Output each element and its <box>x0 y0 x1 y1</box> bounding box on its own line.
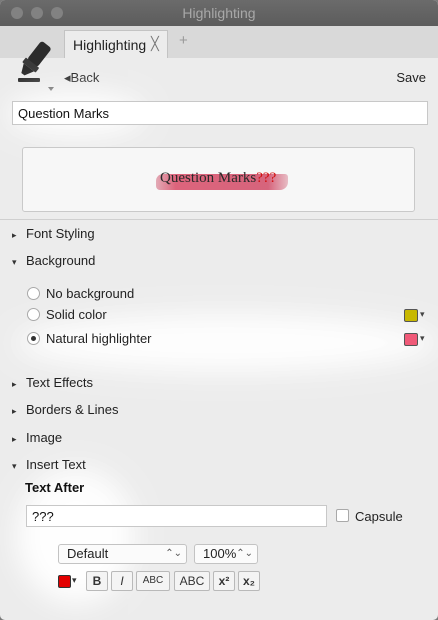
subscript-button[interactable]: x₂ <box>238 571 260 591</box>
section-label: Insert Text <box>26 457 86 472</box>
capsule-label: Capsule <box>355 509 403 524</box>
divider <box>0 219 438 220</box>
font-select-value: Default <box>67 546 109 561</box>
stepper-icon: ⌃⌄ <box>236 548 253 559</box>
tab-close-icon[interactable]: ╳ <box>151 36 159 52</box>
section-image[interactable]: ▸ Image <box>12 430 62 445</box>
disclosure-collapsed-icon: ▸ <box>12 230 17 240</box>
zoom-window-button[interactable] <box>51 7 63 19</box>
italic-button[interactable]: I <box>111 571 133 591</box>
radio-label: Solid color <box>46 307 107 322</box>
all-caps-button[interactable]: ABC <box>174 571 210 591</box>
window-title: Highlighting <box>182 5 256 21</box>
disclosure-collapsed-icon: ▸ <box>12 434 17 444</box>
chevron-down-icon[interactable]: ▾ <box>72 575 77 586</box>
disclosure-expanded-icon: ▾ <box>12 461 17 471</box>
radio-label: No background <box>46 286 135 301</box>
style-preview: Question Marks??? <box>22 147 415 212</box>
close-window-button[interactable] <box>11 7 23 19</box>
chevron-down-icon[interactable]: ▾ <box>420 333 425 344</box>
section-label: Image <box>26 430 63 445</box>
disclosure-expanded-icon: ▾ <box>12 257 17 267</box>
radio-no-background[interactable] <box>27 287 40 300</box>
tab-label: Highlighting <box>73 37 147 53</box>
section-label: Font Styling <box>26 226 95 241</box>
superscript-button[interactable]: x² <box>213 571 235 591</box>
section-label: Background <box>26 253 96 268</box>
radio-solid-color[interactable] <box>27 308 40 321</box>
section-font-styling[interactable]: ▸ Font Styling <box>12 226 95 241</box>
font-select[interactable]: Default ⌃⌄ <box>58 544 187 564</box>
section-label: Borders & Lines <box>26 402 119 417</box>
capsule-checkbox[interactable] <box>336 509 349 522</box>
add-tab-icon[interactable]: + <box>179 32 188 49</box>
text-color-swatch[interactable] <box>58 575 71 588</box>
section-text-effects[interactable]: ▸ Text Effects <box>12 375 93 390</box>
section-insert-text[interactable]: ▾ Insert Text <box>12 457 86 472</box>
size-select[interactable]: 100% ⌃⌄ <box>194 544 258 564</box>
preview-suffix: ??? <box>256 170 277 186</box>
highlighting-window: Highlighting Highlighting ╳ + ◂Back Save… <box>0 0 438 620</box>
minimize-window-button[interactable] <box>31 7 43 19</box>
highlighter-pen-icon[interactable] <box>14 40 54 92</box>
disclosure-collapsed-icon: ▸ <box>12 379 17 389</box>
section-borders-lines[interactable]: ▸ Borders & Lines <box>12 402 119 417</box>
back-button[interactable]: ◂Back <box>64 70 99 86</box>
size-select-value: 100% <box>203 546 237 561</box>
radio-label: Natural highlighter <box>46 331 152 346</box>
radio-natural-highlighter[interactable] <box>27 332 40 345</box>
section-label: Text Effects <box>26 375 93 390</box>
tab-highlighting[interactable]: Highlighting ╳ <box>64 30 168 58</box>
style-name-field[interactable] <box>12 101 428 125</box>
natural-highlighter-swatch[interactable] <box>404 333 418 346</box>
disclosure-collapsed-icon: ▸ <box>12 406 17 416</box>
title-bar: Highlighting <box>0 0 438 26</box>
bold-button[interactable]: B <box>86 571 108 591</box>
preview-text: Question Marks??? <box>160 170 276 187</box>
solid-color-swatch[interactable] <box>404 309 418 322</box>
preview-label: Question Marks <box>160 170 257 186</box>
save-button[interactable]: Save <box>396 70 426 85</box>
small-caps-button[interactable]: ABC <box>136 571 170 591</box>
tab-strip: Highlighting ╳ + <box>0 26 438 58</box>
text-after-heading: Text After <box>25 480 85 495</box>
stepper-icon: ⌃⌄ <box>165 548 182 559</box>
back-label: Back <box>70 70 100 85</box>
text-after-field[interactable] <box>26 505 327 527</box>
section-background[interactable]: ▾ Background <box>12 253 95 268</box>
chevron-down-icon[interactable]: ▾ <box>420 309 425 320</box>
